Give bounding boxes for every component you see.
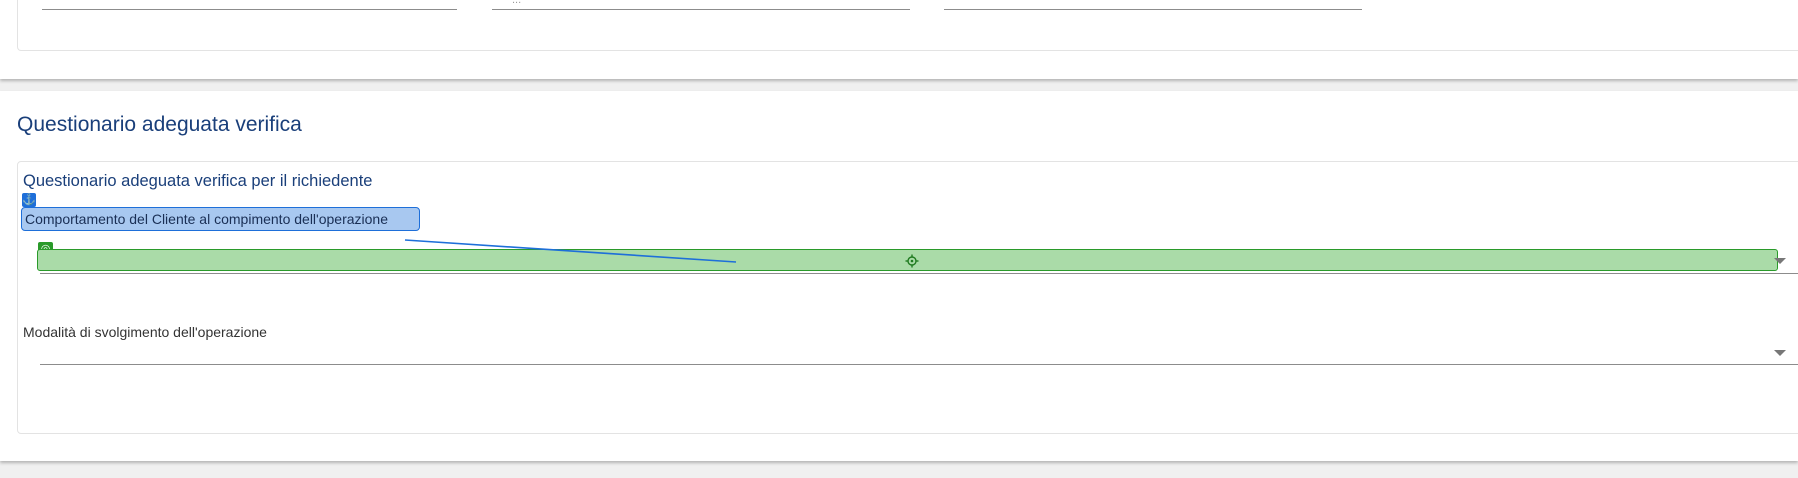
customer-behavior-select-highlight[interactable] [37, 249, 1778, 271]
questionnaire-box: Questionario adeguata verifica per il ri… [17, 161, 1798, 434]
previous-input-2-value: ... [512, 0, 522, 6]
page: ... Questionario adeguata verifica Quest… [0, 0, 1798, 478]
customer-behavior-select[interactable] [37, 248, 1798, 274]
operation-mode-label: Modalità di svolgimento dell'operazione [23, 324, 267, 340]
chevron-down-icon[interactable] [1774, 258, 1786, 264]
previous-input-1[interactable] [42, 0, 457, 10]
questionnaire-subtitle: Questionario adeguata verifica per il ri… [23, 172, 373, 190]
previous-section-card: ... [0, 0, 1798, 79]
crosshair-icon [905, 254, 919, 268]
questionnaire-card: Questionario adeguata verifica Questiona… [0, 91, 1798, 461]
operation-mode-select[interactable] [40, 342, 1798, 365]
customer-behavior-label: Comportamento del Cliente al compimento … [21, 207, 420, 231]
section-title: Questionario adeguata verifica [17, 113, 302, 136]
anchor-icon: ⚓ [22, 193, 36, 207]
previous-input-2[interactable]: ... [492, 0, 910, 10]
previous-input-3[interactable] [944, 0, 1362, 10]
chevron-down-icon[interactable] [1774, 350, 1786, 356]
